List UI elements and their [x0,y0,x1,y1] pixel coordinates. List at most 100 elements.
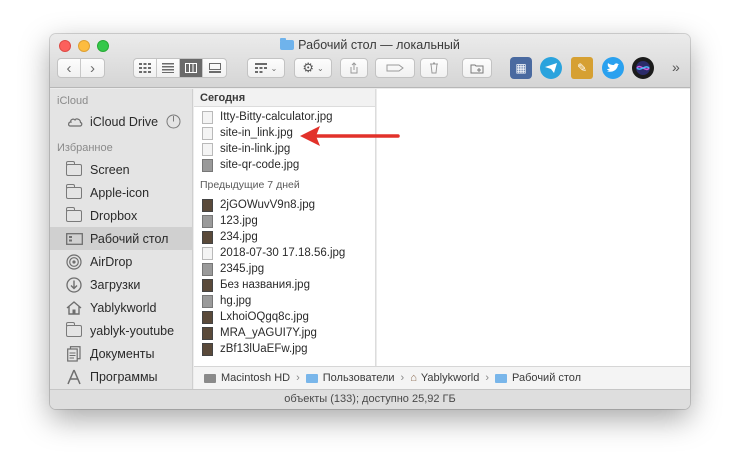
file-item[interactable]: Без названия.jpg [194,277,375,293]
group-button[interactable]: ⌄ [247,58,285,78]
gear-icon: ⚙ [302,60,314,75]
file-item[interactable]: MRA_yAGUI7Y.jpg [194,325,375,341]
folder-icon [65,206,82,222]
file-name: 2345.jpg [220,263,265,275]
telegram-icon[interactable] [540,57,562,79]
icon-view-button[interactable] [134,59,157,77]
file-item[interactable]: 2018-07-30 17.18.56.jpg [194,245,375,261]
image-thumbnail-icon [202,262,213,276]
sidebar-item-documents[interactable]: Документы [50,342,193,365]
group-icon [254,63,267,73]
sidebar-item-applications[interactable]: Программы [50,365,193,388]
share-button[interactable] [340,58,368,78]
chevron-down-icon: ⌄ [316,63,324,73]
file-item[interactable]: zBf13lUaEFw.jpg [194,341,375,357]
path-item-yablykworld[interactable]: Yablykworld [421,372,480,384]
file-item[interactable]: 2jGOWuvV9n8.jpg [194,197,375,213]
file-name: zBf13lUaEFw.jpg [220,343,308,355]
favorites-header: Избранное [57,142,113,154]
sidebar-item-dropbox[interactable]: Dropbox [50,204,193,227]
new-folder-button[interactable] [462,58,492,78]
sidebar-item-label: Dropbox [90,208,138,223]
sidebar-item-screen[interactable]: Screen [50,158,193,181]
file-item[interactable]: 234.jpg [194,229,375,245]
folder-icon [495,373,508,383]
sidebar-item-yablykworld[interactable]: Yablykworld [50,296,193,319]
applications-icon [65,369,83,384]
image-thumbnail-icon [202,326,213,340]
gallery-view-button[interactable] [203,59,226,77]
file-name: hg.jpg [220,295,252,307]
sidebar-item-label: Apple-icon [90,185,150,200]
image-thumbnail-icon [202,294,213,308]
column-view-button[interactable] [180,59,203,77]
path-item-users[interactable]: Пользователи [323,372,395,384]
sidebar-item-airdrop[interactable]: AirDrop [50,250,193,273]
list-icon [162,63,174,73]
finder-window: Рабочий стол — локальный ‹ › ⌄ ⚙ ⌄ ▦ ✎ »… [50,34,690,409]
sidebar-item-yablyk-youtube[interactable]: yablyk-youtube [50,319,193,342]
action-button[interactable]: ⚙ ⌄ [294,58,332,78]
file-item[interactable]: Itty-Bitty-calculator.jpg [194,109,375,125]
qr-thumbnail-icon [202,158,213,172]
folder-icon [305,373,318,383]
sidebar-item-label: AirDrop [90,254,133,269]
view-mode-selector [133,58,227,78]
image-thumbnail-icon [202,110,213,124]
file-item[interactable]: 123.jpg [194,213,375,229]
file-name: site-in-link.jpg [220,143,291,155]
twitter-icon[interactable] [602,57,624,79]
tags-button[interactable] [375,58,415,78]
toolbar-overflow-button[interactable]: » [672,59,680,75]
downloads-icon [65,276,83,293]
window-title-text: Рабочий стол — локальный [298,38,460,52]
sidebar-item-apple-icon[interactable]: Apple-icon [50,181,193,204]
gallery-icon [208,63,221,73]
sidebar-item-label: iCloud Drive [90,114,159,129]
file-item[interactable]: hg.jpg [194,293,375,309]
image-thumbnail-icon [202,142,213,156]
file-item[interactable]: 2345.jpg [194,261,375,277]
new-folder-icon [470,64,484,73]
path-item-macintosh-hd[interactable]: Macintosh HD [221,372,290,384]
sidebar-item-downloads[interactable]: Загрузки [50,273,193,296]
list-view-button[interactable] [157,59,180,77]
file-item[interactable]: LxhoiOQgq8c.jpg [194,309,375,325]
folder-icon [280,38,295,50]
app-extension-icon[interactable]: ▦ [510,57,532,79]
file-name: Без названия.jpg [220,279,310,291]
forward-button[interactable]: › [81,59,104,77]
back-button[interactable]: ‹ [58,59,81,77]
sidebar-item-icloud-drive[interactable]: iCloud Drive [50,110,193,133]
chevron-down-icon: ⌄ [270,63,278,73]
chevron-right-icon: › [296,372,300,384]
icloud-header: iCloud [57,95,89,107]
image-app-icon[interactable]: ✎ [571,57,593,79]
chevron-right-icon: › [400,372,405,384]
image-thumbnail-icon [202,310,213,324]
grid-icon [139,63,151,73]
folder-icon [65,321,82,337]
sidebar-item-label: Загрузки [90,277,141,292]
sidebar-item-label: Рабочий стол [90,231,169,246]
siri-icon[interactable] [632,57,654,79]
previous-week-header: Предыдущие 7 дней [200,179,300,191]
path-bar: Macintosh HD › Пользователи › ⌂ Yablykwo… [194,366,690,389]
file-name: 123.jpg [220,215,258,227]
annotation-arrow [300,126,400,146]
sidebar-item-label: yablyk-youtube [90,323,175,338]
image-thumbnail-icon [202,126,213,140]
sidebar-item-desktop[interactable]: Рабочий стол [50,227,193,250]
sidebar: iCloud iCloud Drive Избранное Screen App… [50,89,193,389]
file-item[interactable]: site-qr-code.jpg [194,157,375,173]
trash-button[interactable] [420,58,448,78]
image-thumbnail-icon [202,214,213,228]
sidebar-item-label: Документы [90,346,155,361]
trash-icon [430,62,438,74]
hard-disk-icon [204,373,216,383]
sidebar-item-label: Screen [90,162,130,177]
file-name: 234.jpg [220,231,258,243]
path-item-desktop[interactable]: Рабочий стол [512,372,581,384]
columns-icon [185,63,197,73]
file-name: LxhoiOQgq8c.jpg [220,311,309,323]
